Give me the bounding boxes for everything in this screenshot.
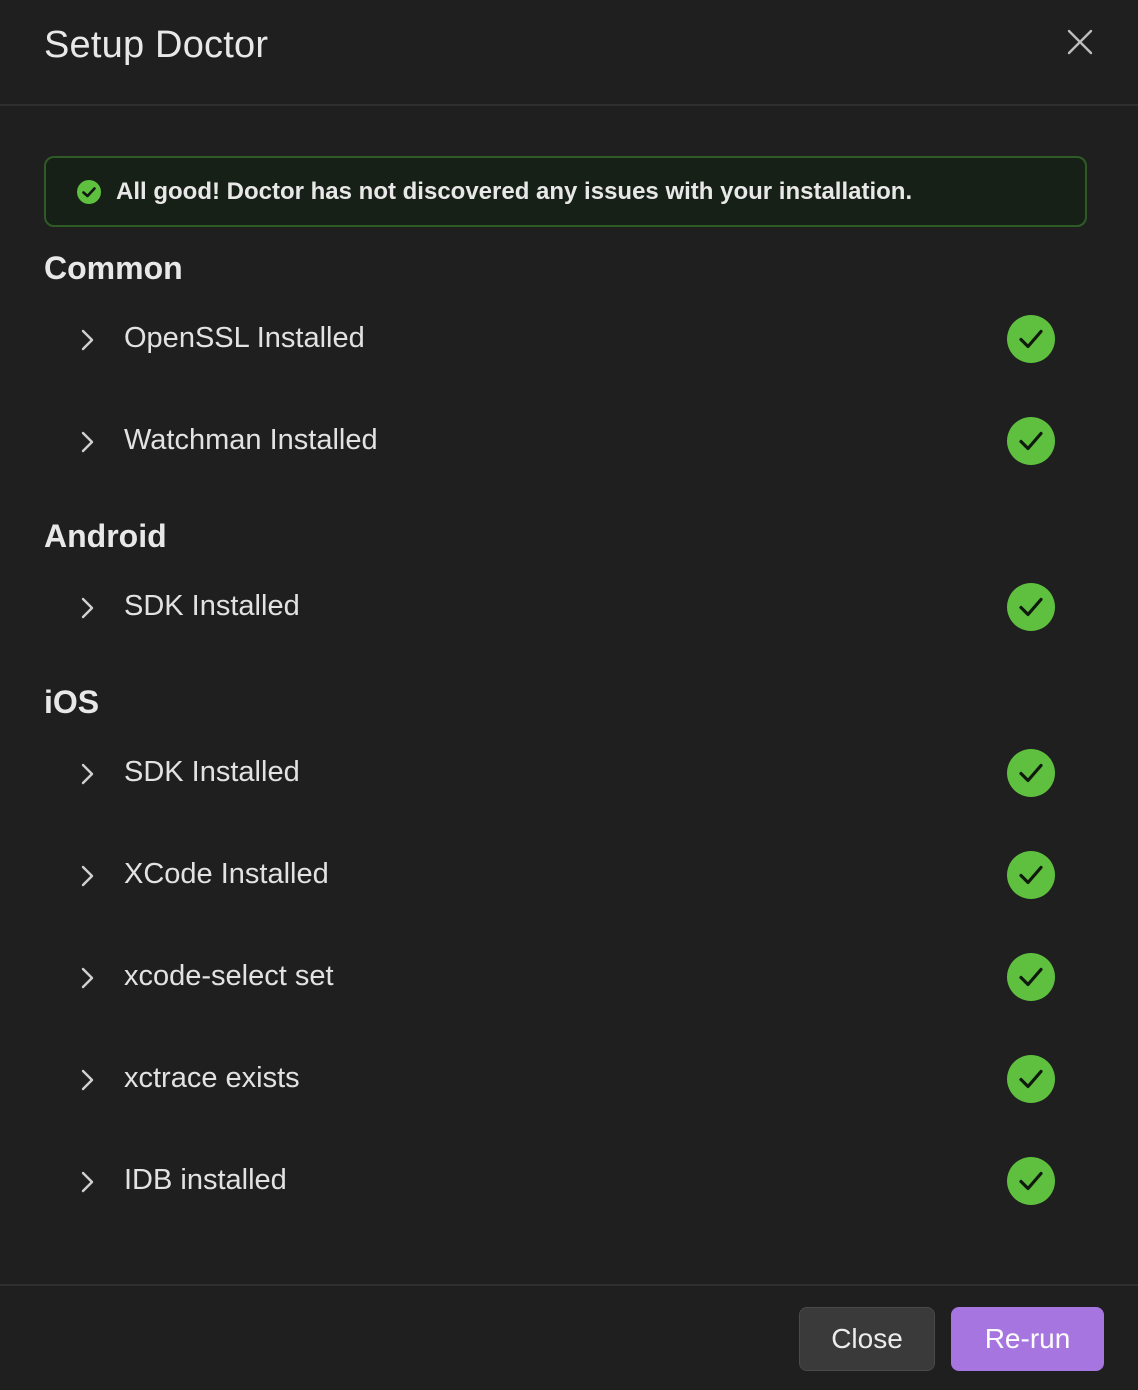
check-circle-icon: [1007, 1055, 1055, 1103]
section-title-android: Android: [44, 518, 167, 554]
check-label: Watchman Installed: [124, 424, 378, 456]
section-title-ios: iOS: [44, 684, 100, 720]
success-banner: All good! Doctor has not discovered any …: [44, 156, 1087, 227]
check-label: SDK Installed: [124, 756, 300, 788]
modal-title: Setup Doctor: [44, 24, 269, 66]
check-circle-icon: [1007, 583, 1055, 631]
chevron-right-icon[interactable]: [78, 1065, 98, 1095]
check-row-xcode[interactable]: XCode Installed: [44, 846, 1064, 906]
chevron-right-icon[interactable]: [78, 325, 98, 355]
modal-header: Setup Doctor: [0, 0, 1138, 106]
check-label: SDK Installed: [124, 590, 300, 622]
chevron-right-icon[interactable]: [78, 861, 98, 891]
chevron-right-icon[interactable]: [78, 593, 98, 623]
modal-footer: Close Re-run: [0, 1284, 1138, 1390]
check-circle-icon: [1007, 851, 1055, 899]
check-row-ios-sdk[interactable]: SDK Installed: [44, 744, 1064, 804]
chevron-right-icon[interactable]: [78, 1167, 98, 1197]
chevron-right-icon[interactable]: [78, 759, 98, 789]
check-circle-icon: [1007, 749, 1055, 797]
check-label: XCode Installed: [124, 858, 329, 890]
check-label: IDB installed: [124, 1164, 287, 1196]
modal-body: All good! Doctor has not discovered any …: [0, 106, 1138, 1284]
check-circle-icon: [1007, 1157, 1055, 1205]
close-icon[interactable]: [1062, 24, 1098, 60]
check-label: xcode-select set: [124, 960, 334, 992]
check-row-watchman[interactable]: Watchman Installed: [44, 412, 1064, 472]
check-row-xctrace[interactable]: xctrace exists: [44, 1050, 1064, 1110]
chevron-right-icon[interactable]: [78, 963, 98, 993]
check-row-xcode-select[interactable]: xcode-select set: [44, 948, 1064, 1008]
setup-doctor-modal: Setup Doctor All good! Doctor has not di…: [0, 0, 1138, 1390]
check-circle-icon: [1007, 315, 1055, 363]
check-circle-icon: [1007, 417, 1055, 465]
check-circle-icon: [1007, 953, 1055, 1001]
check-row-idb[interactable]: IDB installed: [44, 1152, 1064, 1212]
check-row-openssl[interactable]: OpenSSL Installed: [44, 310, 1064, 370]
check-circle-icon: [77, 179, 101, 204]
close-button[interactable]: Close: [799, 1307, 935, 1371]
section-title-common: Common: [44, 250, 183, 286]
rerun-button[interactable]: Re-run: [951, 1307, 1104, 1371]
check-row-android-sdk[interactable]: SDK Installed: [44, 578, 1064, 638]
chevron-right-icon[interactable]: [78, 427, 98, 457]
check-label: xctrace exists: [124, 1062, 300, 1094]
check-label: OpenSSL Installed: [124, 322, 365, 354]
banner-message: All good! Doctor has not discovered any …: [116, 177, 913, 205]
